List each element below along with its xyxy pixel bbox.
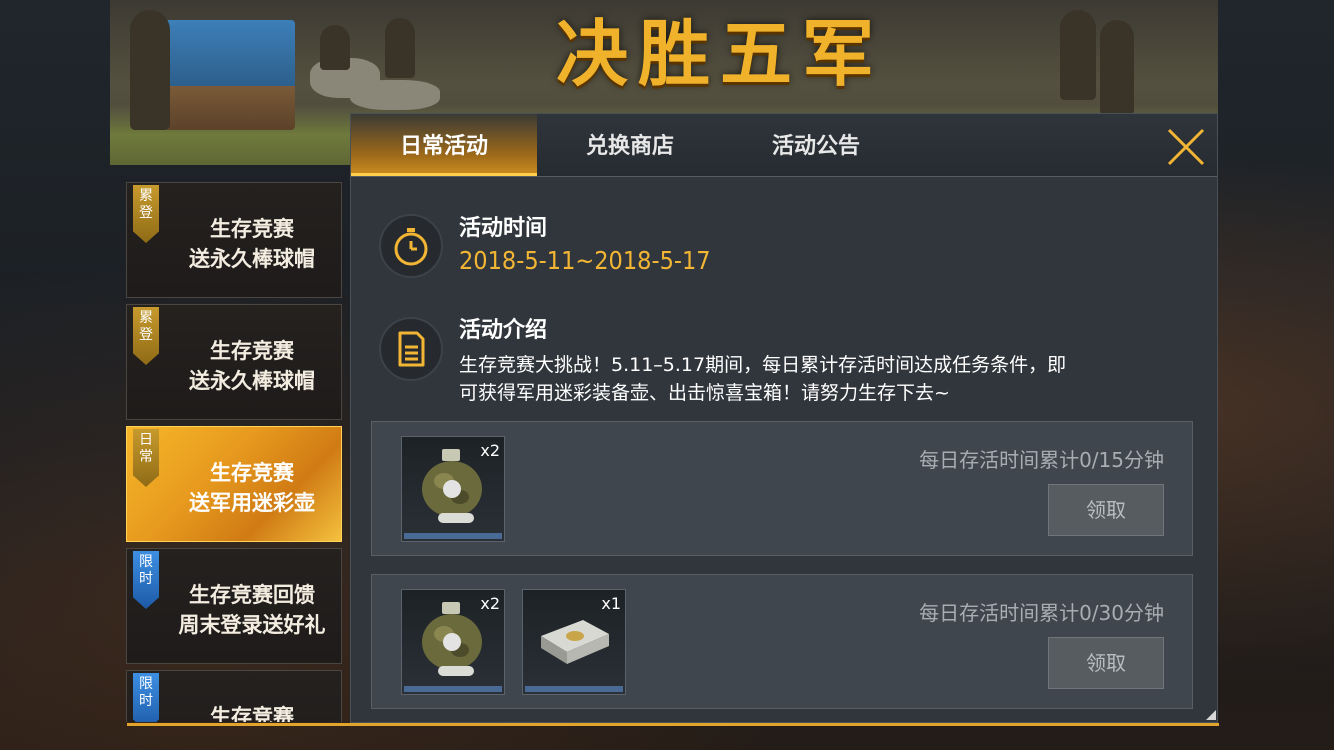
reward-quantity: x2 [480,594,500,613]
activity-intro-text: 生存竞赛大挑战！5.11–5.17期间，每日累计存活时间达成任务条件，即 可获得… [459,351,1179,407]
close-icon [1167,128,1205,166]
task-card: x2 x1 每日存活时间累计0/30分钟 领取 [371,574,1193,709]
ribbon-badge: 累登 [133,185,159,243]
sidebar-item-subtitle: 周末登录送好礼 [178,613,326,637]
rarity-bar [404,533,502,539]
banner-title: 决胜五军 [555,12,884,96]
sidebar-item-title: 生存竞赛 [210,705,294,722]
soldier-illustration [1100,20,1134,115]
soldier-illustration [130,10,170,130]
reward-quantity: x2 [480,441,500,460]
task-card: x2 每日存活时间累计0/15分钟 领取 [371,421,1193,556]
activity-intro-line: 可获得军用迷彩装备壶、出击惊喜宝箱！请努力生存下去~ [459,382,950,404]
sidebar-item-limited-5[interactable]: 限时 生存竞赛 [126,670,342,722]
reward-item-slot[interactable]: x2 [401,436,505,542]
activity-time-value: 2018-5-11~2018-5-17 [459,246,711,275]
sidebar-item-daily-camo-canteen[interactable]: 日常 生存竞赛 送军用迷彩壶 [126,426,342,542]
sidebar-item-weekend-login[interactable]: 限时 生存竞赛回馈 周末登录送好礼 [126,548,342,664]
sidebar-item-title: 生存竞赛 [210,217,294,241]
ribbon-badge: 限时 [133,673,159,722]
activity-intro-title: 活动介绍 [459,318,548,343]
sidebar-item-subtitle: 送军用迷彩壶 [189,491,315,515]
reward-quantity: x1 [601,594,621,613]
task-description: 每日存活时间累计0/15分钟 [919,448,1164,472]
sidebar-item-subtitle: 送永久棒球帽 [189,247,315,271]
resize-corner-icon [1206,710,1216,720]
task-description: 每日存活时间累计0/30分钟 [919,601,1164,625]
tab-bar: 日常活动 兑换商店 活动公告 [351,114,1217,177]
sidebar-item-title: 生存竞赛 [210,339,294,363]
sidebar-item-title: 生存竞赛 [210,461,294,485]
rarity-bar [525,686,623,692]
activity-time-title: 活动时间 [459,216,548,241]
rarity-bar [404,686,502,692]
tab-daily-activity[interactable]: 日常活动 [351,114,537,176]
tab-exchange-store[interactable]: 兑换商店 [537,114,723,176]
sidebar-item-title: 生存竞赛回馈 [189,583,315,607]
sidebar-item-cumulative-login-2[interactable]: 累登 生存竞赛 送永久棒球帽 [126,304,342,420]
activity-panel: 日常活动 兑换商店 活动公告 活动时间 2018-5-11~2018-5-17 … [127,113,1219,726]
soldier-illustration [320,25,350,70]
reward-item-slot[interactable]: x2 [401,589,505,695]
sidebar-item-cumulative-login-1[interactable]: 累登 生存竞赛 送永久棒球帽 [126,182,342,298]
ribbon-badge: 累登 [133,307,159,365]
activity-intro-line: 生存竞赛大挑战！5.11–5.17期间，每日累计存活时间达成任务条件，即 [459,354,1067,376]
soldier-illustration [1060,10,1096,100]
tab-announcements[interactable]: 活动公告 [723,114,909,176]
activity-sidebar: 累登 生存竞赛 送永久棒球帽 累登 生存竞赛 送永久棒球帽 日常 生存竞赛 送军… [126,180,344,722]
claim-button[interactable]: 领取 [1048,637,1164,689]
soldier-illustration [385,18,415,78]
ribbon-badge: 日常 [133,429,159,487]
banner-rock [350,80,440,110]
document-icon [379,317,443,381]
claim-button[interactable]: 领取 [1048,484,1164,536]
airdrop-crate-illustration [165,20,295,130]
ribbon-badge: 限时 [133,551,159,609]
stopwatch-icon [379,214,443,278]
sidebar-item-subtitle: 送永久棒球帽 [189,369,315,393]
close-button[interactable] [1165,126,1207,168]
reward-item-slot[interactable]: x1 [522,589,626,695]
